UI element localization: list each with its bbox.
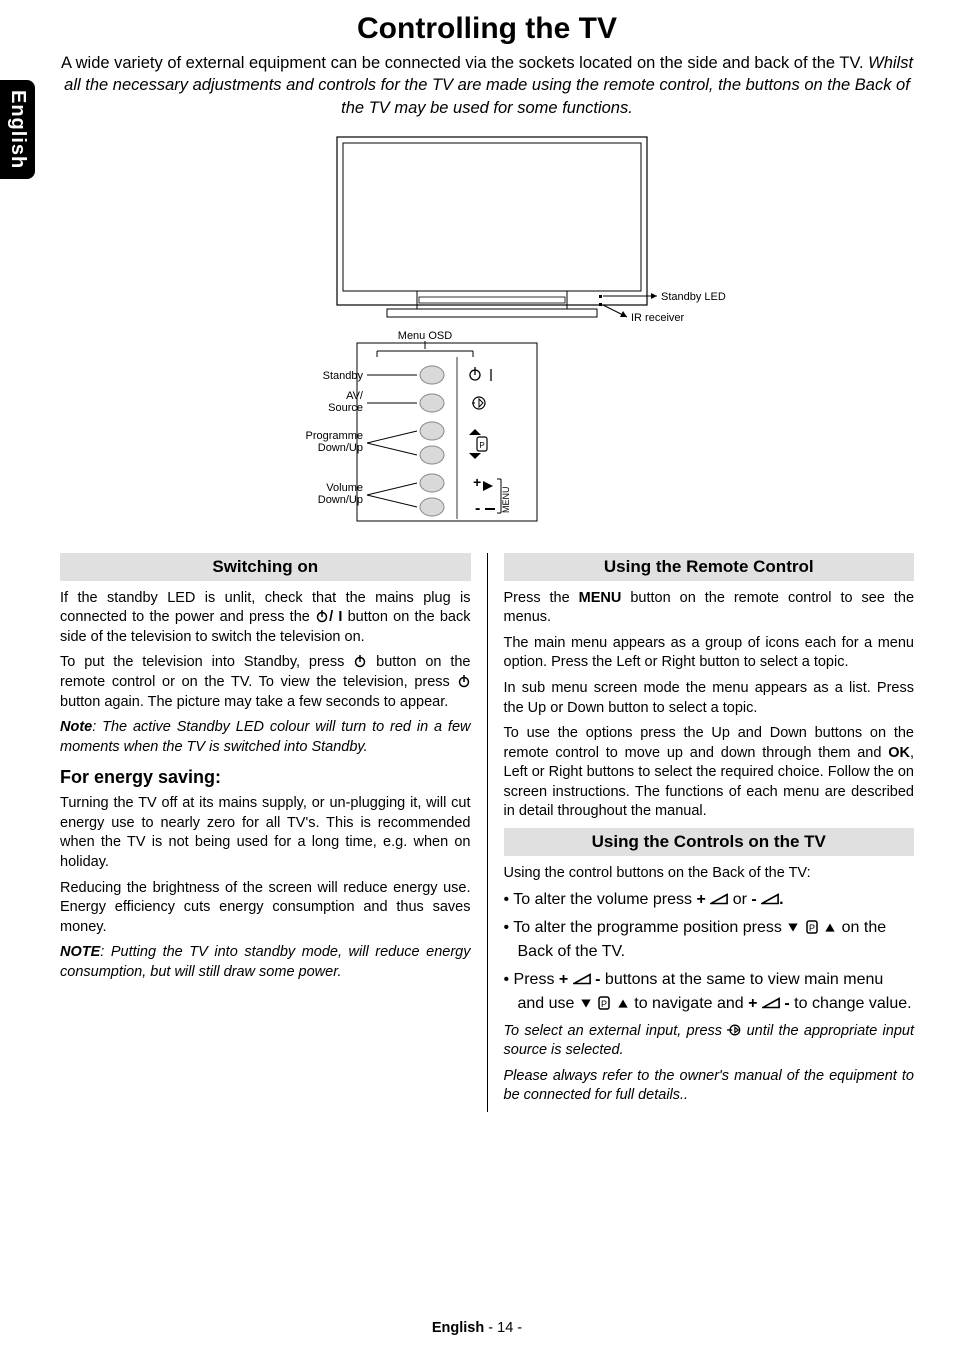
svg-text:+: +	[473, 474, 481, 490]
volume-icon	[761, 892, 779, 906]
p-box-icon: P	[597, 996, 611, 1010]
intro-plain: A wide variety of external equipment can…	[61, 54, 868, 72]
left-p5: Reducing the brightness of the screen wi…	[60, 879, 471, 938]
left-p4: Turning the TV off at its mains supply, …	[60, 794, 471, 872]
left-p1: If the standby LED is unlit, check that …	[60, 589, 471, 648]
list-item: To alter the volume press + or - .	[504, 888, 915, 912]
label-menu-vert: MENU	[501, 486, 511, 513]
language-tab: English	[0, 80, 35, 179]
svg-text:P: P	[479, 441, 484, 450]
p-box-icon: P	[805, 920, 819, 934]
hdr-tv-controls: Using the Controls on the TV	[504, 828, 915, 856]
footer-page-num: 14	[497, 1320, 513, 1336]
input-icon	[727, 1023, 741, 1037]
page-title: Controlling the TV	[60, 12, 914, 46]
power-icon	[457, 674, 471, 688]
two-columns: Switching on If the standby LED is unlit…	[60, 547, 914, 1112]
page-content: Controlling the TV A wide variety of ext…	[0, 0, 954, 1112]
label-av1: AV/	[346, 390, 364, 402]
label-menu-osd: Menu OSD	[398, 330, 452, 342]
svg-text:P: P	[601, 999, 607, 1009]
right-note1: To select an external input, press until…	[504, 1022, 915, 1061]
left-note1: Note: The active Standby LED colour will…	[60, 718, 471, 757]
left-column: Switching on If the standby LED is unlit…	[60, 547, 471, 1112]
svg-text:P: P	[809, 923, 815, 933]
controls-list: To alter the volume press + or - . To al…	[504, 888, 915, 1016]
down-triangle-icon	[786, 920, 800, 934]
volume-icon	[710, 892, 728, 906]
right-p4: To use the options press the Up and Down…	[504, 724, 915, 822]
label-vol2: Down/Up	[318, 494, 363, 506]
up-triangle-icon	[616, 996, 630, 1010]
label-av2: Source	[328, 402, 363, 414]
label-prog1: Programme	[306, 430, 363, 442]
label-ir-receiver: IR receiver	[631, 312, 685, 324]
label-standby-led: Standby LED	[661, 291, 726, 303]
up-triangle-icon	[823, 920, 837, 934]
volume-icon	[573, 972, 591, 986]
label-prog2: Down/Up	[318, 442, 363, 454]
right-p2: The main menu appears as a group of icon…	[504, 634, 915, 673]
right-column: Using the Remote Control Press the MENU …	[504, 547, 915, 1112]
left-p2: To put the television into Standby, pres…	[60, 653, 471, 712]
label-vol1: Volume	[326, 482, 363, 494]
right-note2: Please always refer to the owner's manua…	[504, 1067, 915, 1106]
diagram-svg: Standby LED IR receiver Menu OSD Standby	[207, 129, 767, 529]
left-note2: NOTE: Putting the TV into standby mode, …	[60, 943, 471, 982]
power-icon	[315, 609, 329, 623]
tv-diagram: Standby LED IR receiver Menu OSD Standby	[60, 129, 914, 529]
page-footer: English - 14 -	[0, 1320, 954, 1336]
power-icon	[353, 654, 367, 668]
down-triangle-icon	[579, 996, 593, 1010]
column-divider	[487, 553, 488, 1112]
svg-text:-: -	[475, 500, 480, 517]
hdr-remote: Using the Remote Control	[504, 553, 915, 581]
right-p5: Using the control buttons on the Back of…	[504, 864, 915, 884]
volume-icon	[762, 996, 780, 1010]
right-p3: In sub menu screen mode the menu appears…	[504, 679, 915, 718]
list-item: Press + - buttons at the same to view ma…	[504, 968, 915, 1016]
label-standby: Standby	[323, 370, 364, 382]
list-item: To alter the programme position press P …	[504, 916, 915, 964]
intro-text: A wide variety of external equipment can…	[60, 52, 914, 119]
hdr-switching-on: Switching on	[60, 553, 471, 581]
footer-lang: English	[432, 1320, 484, 1336]
hdr-energy-saving: For energy saving:	[60, 767, 471, 788]
right-p1: Press the MENU button on the remote cont…	[504, 589, 915, 628]
